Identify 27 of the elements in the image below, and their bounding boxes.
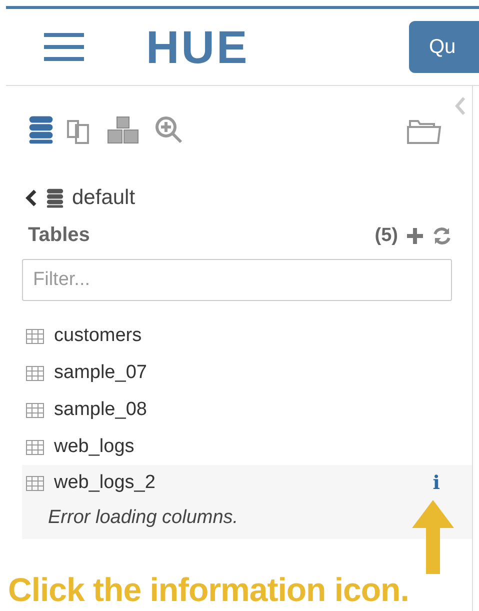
table-name[interactable]: web_logs_2	[54, 472, 156, 494]
zoom-in-icon[interactable]	[154, 115, 184, 145]
query-button[interactable]: Qu	[409, 21, 479, 73]
database-name[interactable]: default	[72, 186, 136, 210]
database-icon	[28, 115, 54, 145]
table-name[interactable]: sample_08	[54, 399, 147, 421]
table-name[interactable]: sample_07	[54, 362, 147, 384]
table-name[interactable]: web_logs	[54, 436, 134, 458]
logo: HUE	[146, 20, 250, 74]
table-count: (5)	[374, 224, 398, 246]
filter-field[interactable]: Filter...	[22, 259, 452, 301]
menu-icon[interactable]	[44, 32, 84, 62]
table-icon	[26, 476, 44, 490]
table-icon	[26, 328, 44, 344]
annotation-caption: Click the information icon.	[8, 571, 409, 609]
selected-table-row[interactable]: web_logs_2 i Error loading columns.	[22, 465, 472, 539]
back-icon[interactable]	[24, 188, 38, 208]
plus-icon[interactable]	[406, 226, 424, 244]
table-icon	[26, 440, 44, 454]
table-icon	[26, 402, 44, 418]
info-icon[interactable]: i	[432, 472, 440, 494]
table-name[interactable]: customers	[54, 325, 142, 347]
error-message: Error loading columns.	[47, 506, 240, 530]
refresh-icon[interactable]	[432, 226, 452, 246]
section-title: Tables	[28, 224, 90, 247]
table-icon	[26, 366, 44, 380]
database-icon	[46, 188, 64, 208]
